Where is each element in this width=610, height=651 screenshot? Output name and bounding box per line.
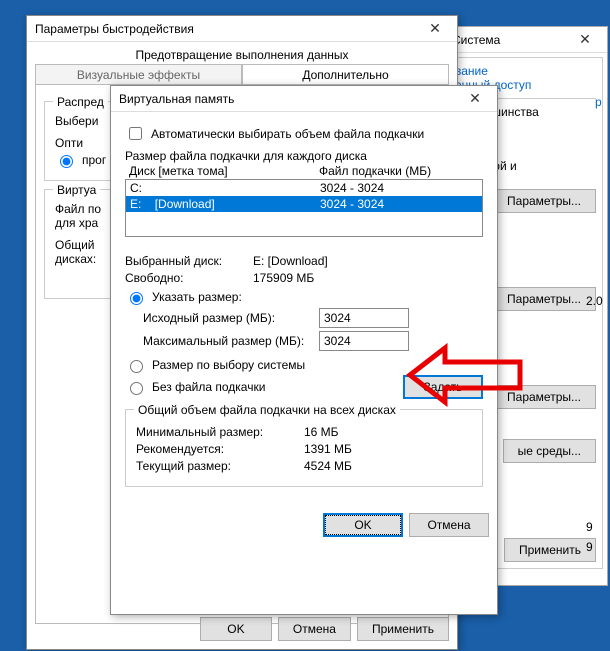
perf-apply-button[interactable]: Применить (357, 617, 449, 641)
system-titlebar: Система ✕ (444, 27, 607, 53)
close-icon[interactable]: ✕ (421, 20, 449, 38)
initial-size-row: Исходный размер (МБ): (125, 308, 483, 328)
system-num-2: 9 (586, 520, 593, 534)
rec-value: 1391 МБ (304, 442, 352, 456)
cur-value: 4524 МБ (304, 459, 352, 473)
custom-size-radio-input[interactable] (130, 292, 143, 305)
list-item[interactable]: E: [Download] 3024 - 3024 (126, 196, 482, 212)
initial-size-label: Исходный размер (МБ): (143, 311, 311, 325)
min-label: Минимальный размер: (136, 425, 296, 439)
system-num-1: 2.0 (586, 294, 603, 308)
max-size-row: Максимальный размер (МБ): (125, 331, 483, 351)
max-size-input[interactable] (319, 331, 409, 351)
perf-buttons: OK Отмена Применить (192, 609, 457, 649)
no-paging-radio[interactable]: Без файла подкачки (125, 379, 265, 395)
vm-title: Виртуальная память (119, 92, 234, 106)
perf-tabstrip: Визуальные эффекты Дополнительно (27, 63, 457, 84)
list-item[interactable]: C: 3024 - 3024 (126, 180, 482, 196)
system-managed-radio[interactable]: Размер по выбору системы (125, 357, 483, 373)
system-apply-button[interactable]: Применить (504, 538, 596, 562)
system-r-link[interactable]: р (595, 95, 602, 109)
close-icon[interactable]: ✕ (571, 31, 599, 49)
set-button[interactable]: Задать (403, 375, 483, 399)
drive-list[interactable]: C: 3024 - 3024 E: [Download] 3024 - 3024 (125, 179, 483, 237)
perf-titlebar: Параметры быстродействия ✕ (27, 16, 457, 42)
free-value: 175909 МБ (253, 271, 314, 285)
total-legend: Общий объем файла подкачки на всех диска… (134, 403, 400, 417)
col-size: Файл подкачки (МБ) (319, 164, 479, 178)
scheduling-legend: Распред (53, 95, 108, 109)
selected-drive-label: Выбранный диск: (125, 254, 245, 268)
perf-title: Параметры быстродействия (35, 22, 194, 36)
auto-manage-checkbox[interactable]: Автоматически выбирать объем файла подка… (125, 124, 483, 143)
system-num-3: 9 (586, 540, 593, 554)
no-paging-radio-input[interactable] (130, 382, 143, 395)
each-drive-label: Размер файла подкачки для каждого диска (125, 149, 483, 163)
vm-titlebar: Виртуальная память ✕ (111, 86, 497, 112)
custom-size-radio[interactable]: Указать размер: (125, 289, 483, 305)
vm-ok-button[interactable]: OK (323, 513, 403, 537)
perf-ok-button[interactable]: OK (200, 617, 272, 641)
total-group: Общий объем файла подкачки на всех диска… (125, 409, 483, 487)
rec-label: Рекомендуется: (136, 442, 296, 456)
cur-label: Текущий размер: (136, 459, 296, 473)
col-drive: Диск [метка тома] (129, 164, 319, 178)
vm-body: Автоматически выбирать объем файла подка… (111, 112, 497, 505)
system-managed-radio-input[interactable] (130, 360, 143, 373)
programs-radio-input[interactable] (60, 155, 73, 168)
free-label: Свободно: (125, 271, 245, 285)
selected-drive-value: E: [Download] (253, 254, 328, 268)
selected-drive-row: Выбранный диск: E: [Download] (125, 254, 483, 268)
tab-visual-effects[interactable]: Визуальные эффекты (35, 64, 242, 85)
auto-manage-checkbox-input[interactable] (129, 127, 142, 140)
params-button-2[interactable]: Параметры... (492, 287, 596, 311)
params-button-1[interactable]: Параметры... (492, 189, 596, 213)
close-icon[interactable]: ✕ (461, 90, 489, 108)
vm-buttons: OK Отмена (111, 505, 497, 545)
min-value: 16 МБ (304, 425, 339, 439)
system-title: Система (452, 33, 500, 47)
perf-cancel-button[interactable]: Отмена (278, 617, 351, 641)
perf-tab-dep[interactable]: Предотвращение выполнения данных (27, 42, 457, 63)
drive-list-header: Диск [метка тома] Файл подкачки (МБ) (125, 163, 483, 179)
vm-cancel-button[interactable]: Отмена (409, 513, 489, 537)
params-button-3[interactable]: Параметры... (492, 385, 596, 409)
max-size-label: Максимальный размер (МБ): (143, 334, 311, 348)
tab-advanced[interactable]: Дополнительно (242, 64, 449, 85)
system-link-1[interactable]: вание (455, 64, 596, 78)
free-space-row: Свободно: 175909 МБ (125, 271, 483, 285)
vm-dialog: Виртуальная память ✕ Автоматически выбир… (110, 85, 498, 615)
env-vars-button[interactable]: ые среды... (503, 439, 596, 463)
vm-legend: Виртуа (53, 183, 100, 197)
initial-size-input[interactable] (319, 308, 409, 328)
